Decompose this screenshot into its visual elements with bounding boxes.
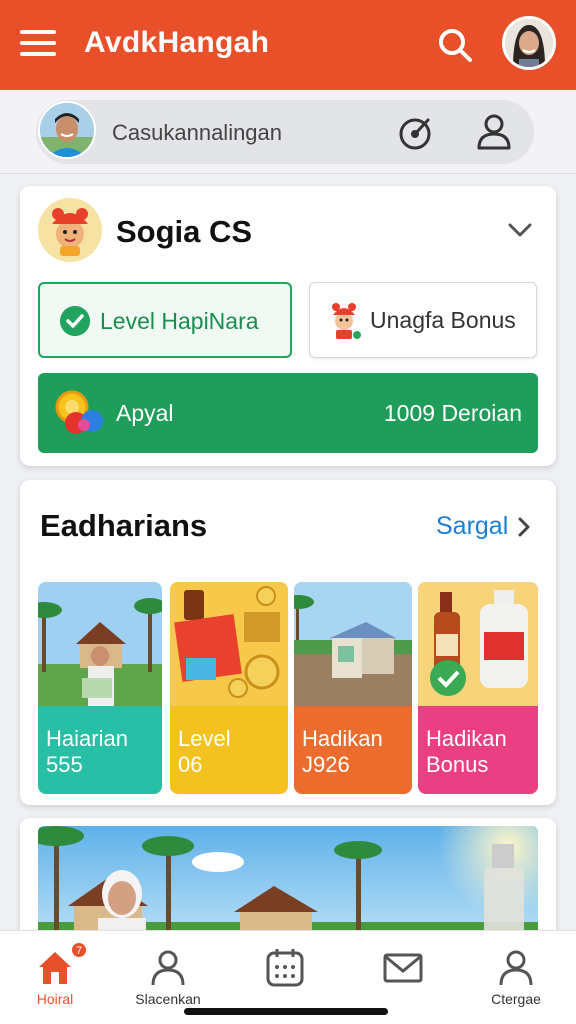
nav-item-home[interactable]: 7 Hoiral — [0, 931, 110, 1024]
nav-item-profile[interactable]: Ctergae — [461, 931, 571, 1024]
level-button-label: Level HapiNara — [100, 308, 259, 334]
bonus-button-label: Unagfa Bonus — [370, 307, 516, 333]
user-avatar-image — [505, 19, 553, 67]
calendar-icon — [266, 949, 304, 987]
home-indicator — [184, 1008, 388, 1015]
account-avatar-image — [40, 103, 94, 157]
tile-label-line1: Hadikan — [302, 726, 383, 751]
chevron-right-icon[interactable] — [516, 516, 532, 538]
tile-label-line2: 555 — [46, 752, 83, 777]
tile-label: Haiarian 555 — [46, 726, 128, 778]
apply-bar[interactable]: Apyal 1009 Deroian — [38, 373, 538, 453]
tile-label-line1: Hadikan — [426, 726, 507, 751]
bonus-button[interactable]: Unagfa Bonus — [309, 282, 537, 358]
home-icon — [39, 952, 71, 984]
nav-label: Ctergae — [491, 991, 541, 1007]
promo-banner[interactable] — [38, 826, 538, 946]
target-icon[interactable] — [398, 115, 434, 151]
apply-value: 1009 Deroian — [383, 400, 522, 426]
tile-label-line2: 06 — [178, 752, 203, 777]
apply-label: Apyal — [116, 400, 174, 426]
tile-label-line1: Level — [178, 726, 231, 751]
user-outline-icon[interactable] — [476, 113, 512, 151]
gifts-coins-image — [170, 582, 288, 706]
tile-label-line1: Haiarian — [46, 726, 128, 751]
hamburger-menu-icon[interactable] — [20, 30, 56, 60]
banner-image — [38, 826, 538, 946]
tile-label: Hadikan J926 — [302, 726, 383, 778]
tile-haiarian[interactable]: Haiarian 555 — [38, 582, 162, 794]
mascot-icon — [38, 198, 102, 262]
tile-hadikan-bonus[interactable]: Hadikan Bonus — [418, 582, 538, 794]
coins-icon — [55, 390, 103, 434]
notification-badge: 7 — [71, 942, 87, 958]
user-avatar[interactable] — [502, 16, 556, 70]
person-icon — [151, 950, 185, 986]
profile-icon — [499, 950, 533, 986]
account-pill[interactable] — [36, 100, 534, 164]
tile-label: Level 06 — [178, 726, 231, 778]
app-title: AvdkHangah — [84, 26, 270, 59]
promo-card-title: Sogia CS — [116, 214, 253, 249]
tile-label: Hadikan Bonus — [426, 726, 507, 778]
mascot-bonus-icon — [332, 303, 361, 339]
chevron-down-icon[interactable] — [506, 220, 534, 240]
nav-label: Slacenkan — [135, 991, 201, 1007]
level-button[interactable]: Level HapiNara — [38, 282, 292, 358]
section-title: Eadharians — [40, 508, 208, 543]
tile-hadikan[interactable]: Hadikan J926 — [294, 582, 412, 794]
box-house-image — [294, 582, 412, 706]
tile-label-line2: J926 — [302, 752, 350, 777]
tile-label-line2: Bonus — [426, 752, 489, 777]
search-icon[interactable] — [436, 26, 474, 64]
check-circle-icon — [60, 306, 90, 336]
account-avatar[interactable] — [38, 101, 96, 159]
tile-level[interactable]: Level 06 — [170, 582, 288, 794]
mail-icon — [383, 953, 423, 983]
see-all-link[interactable]: Sargal — [436, 512, 508, 541]
top-app-bar: AvdkHangah — [0, 0, 576, 90]
village-scene-image — [38, 582, 162, 706]
nav-label: Hoiral — [36, 991, 74, 1007]
account-name: Casukannalingan — [112, 120, 283, 145]
bottles-image — [418, 582, 538, 706]
